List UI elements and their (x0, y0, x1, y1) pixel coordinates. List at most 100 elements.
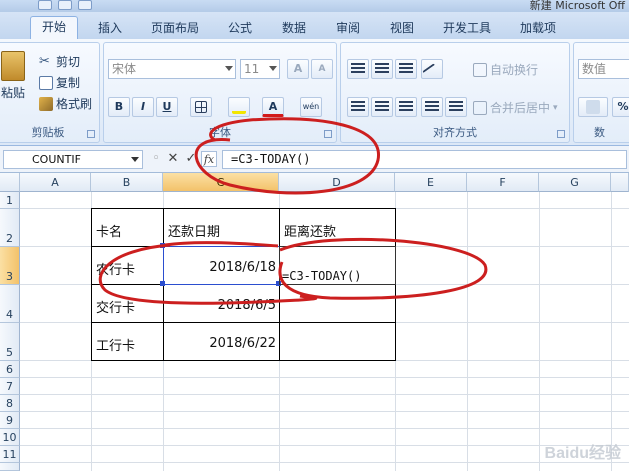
table-header-cell[interactable]: 卡名 (92, 221, 126, 240)
card-name-cell[interactable]: 工行卡 (92, 335, 139, 354)
align-right-icon (399, 101, 413, 112)
column-header-g[interactable]: G (539, 173, 611, 192)
column-header-a[interactable]: A (20, 173, 91, 192)
row-header-3[interactable]: 3 (0, 247, 20, 285)
align-right-button[interactable] (395, 97, 417, 117)
borders-button[interactable] (190, 97, 212, 117)
font-color-button[interactable]: A (262, 97, 284, 117)
select-all-corner[interactable] (0, 173, 20, 192)
worksheet-grid[interactable]: A B C D E F G 1 2 3 4 5 6 7 8 9 10 11 卡名… (0, 173, 629, 471)
clipboard-launcher-icon[interactable] (87, 130, 95, 138)
column-header-h[interactable] (611, 173, 629, 192)
row-header-11[interactable]: 11 (0, 446, 20, 463)
phonetic-button[interactable]: wén (300, 97, 322, 117)
align-middle-button[interactable] (371, 59, 393, 79)
align-center-button[interactable] (371, 97, 393, 117)
wrap-text-button[interactable]: 自动换行 (473, 61, 538, 78)
chevron-down-icon (225, 66, 233, 71)
table-header-cell[interactable]: 距离还款 (280, 221, 340, 240)
column-header-f[interactable]: F (467, 173, 539, 192)
orientation-button[interactable] (421, 59, 443, 83)
align-top-button[interactable] (347, 59, 369, 79)
due-date-cell[interactable]: 2018/6/5 (164, 298, 280, 313)
font-name-combo[interactable]: 宋体 (108, 59, 236, 79)
number-format-combo[interactable]: 数值 (578, 59, 629, 79)
row-header-4[interactable]: 4 (0, 285, 20, 323)
name-box[interactable]: COUNTIF (3, 150, 143, 169)
gridline (20, 428, 629, 429)
align-left-button[interactable] (347, 97, 369, 117)
save-icon[interactable] (38, 0, 52, 10)
row-header-6[interactable]: 6 (0, 361, 20, 378)
alignment-launcher-icon[interactable] (557, 130, 565, 138)
percent-button[interactable]: % (612, 97, 629, 117)
row-header-12[interactable] (0, 463, 20, 471)
align-bottom-button[interactable] (395, 59, 417, 79)
gridline (20, 462, 629, 463)
enter-icon[interactable]: ✓ (183, 151, 199, 167)
redo-icon[interactable] (78, 0, 92, 10)
decrease-indent-icon (425, 101, 439, 112)
copy-icon (39, 75, 53, 90)
increase-indent-button[interactable] (445, 97, 467, 117)
tab-view[interactable]: 视图 (380, 18, 424, 39)
formula-input[interactable]: =C3-TODAY() (222, 150, 627, 169)
column-header-b[interactable]: B (91, 173, 163, 192)
decrease-indent-button[interactable] (421, 97, 443, 117)
insert-function-button[interactable]: fx (201, 151, 217, 167)
bold-button[interactable]: B (108, 97, 130, 117)
resize-handle-icon[interactable]: ◦ (148, 151, 164, 167)
reference-handle[interactable] (160, 243, 165, 248)
tab-data[interactable]: 数据 (272, 18, 316, 39)
row-header-9[interactable]: 9 (0, 412, 20, 429)
row-header-8[interactable]: 8 (0, 395, 20, 412)
row-header-2[interactable]: 2 (0, 209, 20, 247)
font-launcher-icon[interactable] (324, 130, 332, 138)
font-group-label: 字体 (209, 126, 231, 139)
font-group: 宋体 11 A A B I U A wén 字体 (103, 42, 337, 143)
cut-button[interactable]: ✂ 剪切 (39, 53, 80, 70)
undo-icon[interactable] (58, 0, 72, 10)
gridline (20, 394, 629, 395)
column-header-c[interactable]: C (163, 173, 279, 192)
number-group: 数值 % 数 (573, 42, 629, 143)
shrink-font-button[interactable]: A (311, 59, 333, 79)
tab-insert[interactable]: 插入 (88, 18, 132, 39)
copy-button[interactable]: 复制 (39, 74, 80, 91)
align-left-icon (351, 101, 365, 112)
ribbon-tabs: 开始 插入 页面布局 公式 数据 审阅 视图 开发工具 加载项 (0, 12, 629, 40)
tab-home[interactable]: 开始 (30, 16, 78, 40)
column-header-e[interactable]: E (395, 173, 467, 192)
chevron-down-icon (131, 157, 139, 162)
row-header-10[interactable]: 10 (0, 429, 20, 446)
grow-font-button[interactable]: A (287, 59, 309, 79)
tab-page-layout[interactable]: 页面布局 (142, 18, 208, 39)
format-painter-button[interactable]: 格式刷 (39, 95, 92, 112)
merge-center-button[interactable]: 合并后居中 ▾ (473, 99, 558, 116)
table-header-cell[interactable]: 还款日期 (164, 221, 224, 240)
tab-formulas[interactable]: 公式 (218, 18, 262, 39)
reference-handle[interactable] (160, 281, 165, 286)
underline-button[interactable]: U (156, 97, 178, 117)
tab-developer[interactable]: 开发工具 (434, 18, 500, 39)
tab-review[interactable]: 审阅 (326, 18, 370, 39)
chevron-down-icon (269, 66, 277, 71)
chevron-down-icon: ▾ (553, 102, 558, 113)
row-header-7[interactable]: 7 (0, 378, 20, 395)
cancel-icon[interactable]: ✕ (165, 151, 181, 167)
card-name-cell[interactable]: 农行卡 (92, 259, 139, 278)
formula-bar: COUNTIF ◦ ✕ ✓ fx =C3-TODAY() (0, 146, 629, 173)
column-header-d[interactable]: D (279, 173, 395, 192)
tab-addins[interactable]: 加载项 (510, 18, 566, 39)
due-date-cell[interactable]: 2018/6/22 (164, 336, 280, 351)
row-header-1[interactable]: 1 (0, 192, 20, 209)
active-cell[interactable] (279, 246, 396, 285)
row-header-5[interactable]: 5 (0, 323, 20, 361)
italic-button[interactable]: I (132, 97, 154, 117)
currency-button[interactable] (578, 97, 608, 117)
gridline (20, 445, 629, 446)
card-name-cell[interactable]: 交行卡 (92, 297, 139, 316)
fill-color-button[interactable] (228, 97, 250, 117)
paste-button[interactable]: 粘贴 (1, 51, 25, 101)
font-size-combo[interactable]: 11 (240, 59, 280, 79)
